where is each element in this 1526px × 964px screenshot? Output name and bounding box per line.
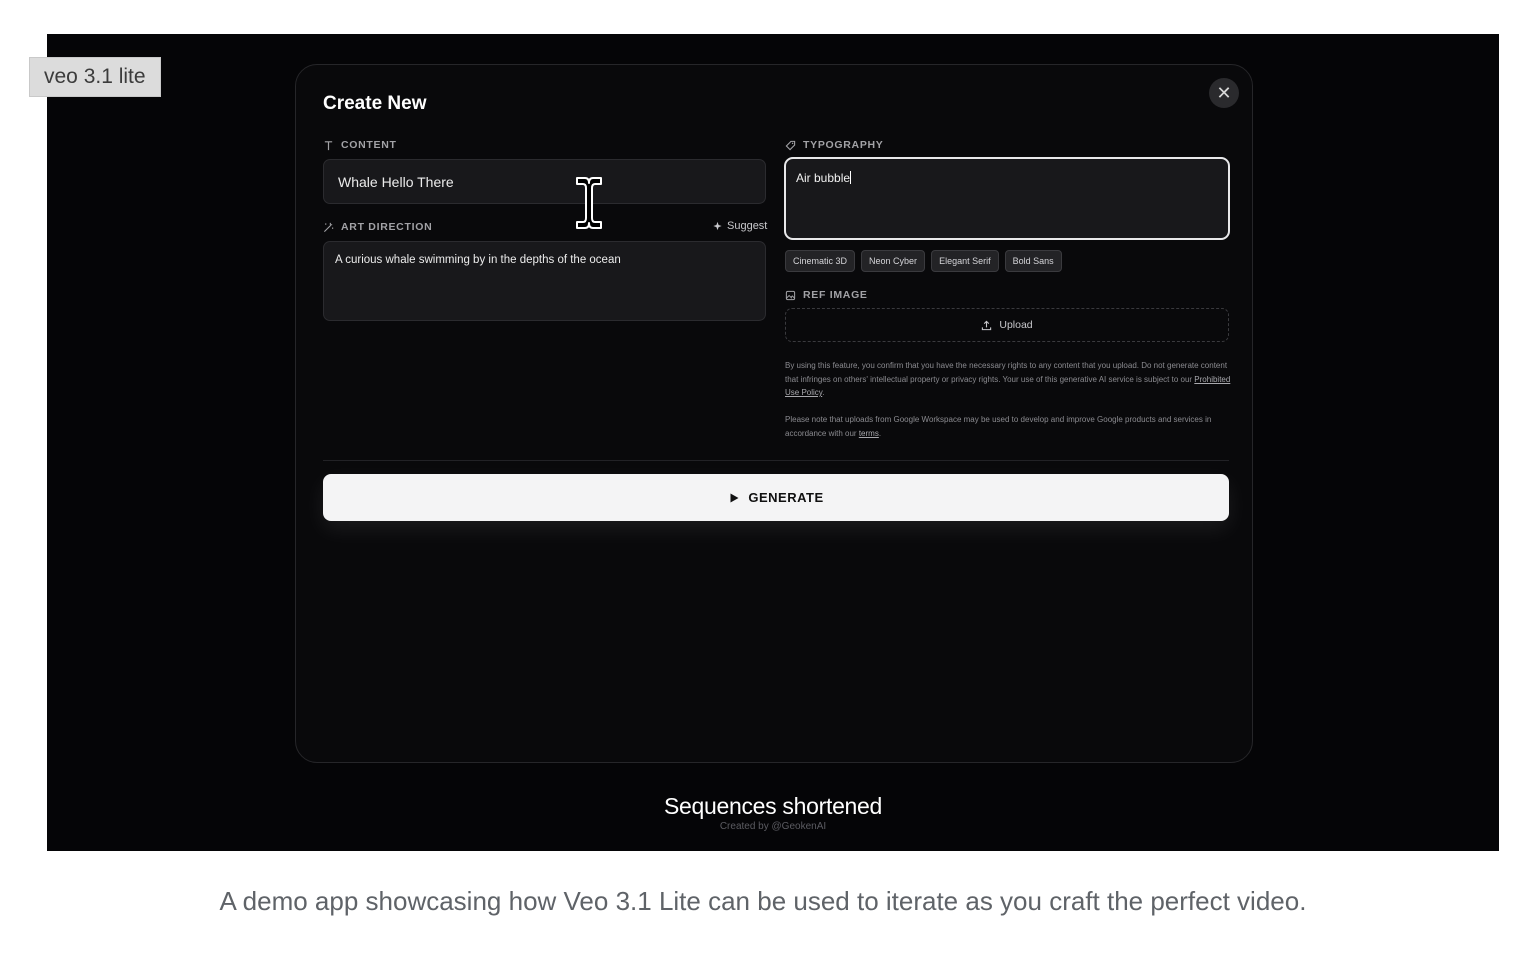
- text-caret: [850, 171, 852, 184]
- rights-notice-end: .: [822, 388, 825, 397]
- magic-wand-icon: [323, 222, 334, 232]
- workspace-notice-text: Please note that uploads from Google Wor…: [785, 415, 1212, 438]
- model-tag: veo 3.1 lite: [29, 57, 161, 97]
- art-direction-textarea[interactable]: A curious whale swimming by in the depth…: [323, 241, 766, 321]
- content-input[interactable]: Whale Hello There: [323, 159, 766, 204]
- footer-credit: Created by @GeokenAI: [719, 821, 827, 832]
- suggest-label: Suggest: [727, 220, 768, 232]
- preset-chip-bold-sans[interactable]: Bold Sans: [1004, 250, 1062, 272]
- rights-notice-text: By using this feature, you confirm that …: [785, 361, 1228, 384]
- rights-notice: By using this feature, you confirm that …: [785, 359, 1231, 400]
- upload-label: Upload: [999, 319, 1033, 331]
- typography-value: Air bubble: [796, 171, 851, 185]
- text-icon: [324, 140, 333, 150]
- image-icon: [785, 290, 796, 300]
- content-input-value: Whale Hello There: [338, 173, 454, 190]
- art-direction-label-text: ART DIRECTION: [341, 221, 433, 233]
- art-direction-label: ART DIRECTION: [323, 221, 432, 233]
- generate-button[interactable]: GENERATE: [323, 474, 1229, 521]
- terms-link[interactable]: terms: [859, 429, 879, 438]
- play-icon: [730, 493, 739, 502]
- suggest-button[interactable]: Suggest: [712, 220, 767, 232]
- page-caption: A demo app showcasing how Veo 3.1 Lite c…: [219, 886, 1307, 916]
- typography-label-text: TYPOGRAPHY: [803, 139, 884, 151]
- preset-chip-cinematic-3d[interactable]: Cinematic 3D: [785, 250, 856, 272]
- upload-icon: [982, 320, 992, 330]
- create-new-dialog: ✕ Create New CONTENT Whale Hello There A…: [295, 64, 1253, 763]
- content-label: CONTENT: [323, 139, 397, 151]
- content-label-text: CONTENT: [341, 139, 397, 151]
- preset-chip-neon-cyber[interactable]: Neon Cyber: [861, 250, 926, 272]
- tag-icon: [785, 140, 796, 150]
- close-button[interactable]: ✕: [1209, 78, 1239, 108]
- preset-chip-elegant-serif[interactable]: Elegant Serif: [931, 250, 999, 272]
- upload-button[interactable]: Upload: [785, 308, 1229, 342]
- workspace-notice: Please note that uploads from Google Wor…: [785, 413, 1231, 440]
- art-direction-value: A curious whale swimming by in the depth…: [335, 254, 621, 266]
- text-cursor-icon: [576, 177, 602, 229]
- generate-label: GENERATE: [748, 490, 824, 505]
- close-icon: ✕: [1216, 83, 1232, 103]
- sparkles-icon: [713, 221, 722, 230]
- ref-image-label: REF IMAGE: [785, 289, 868, 301]
- ref-image-label-text: REF IMAGE: [803, 289, 868, 301]
- app-stage: ✕ Create New CONTENT Whale Hello There A…: [47, 34, 1499, 851]
- dialog-title: Create New: [323, 93, 427, 114]
- workspace-notice-end: .: [878, 428, 882, 438]
- typography-label: TYPOGRAPHY: [785, 139, 884, 151]
- divider: [323, 460, 1229, 461]
- typography-textarea[interactable]: Air bubble: [784, 157, 1230, 240]
- style-presets: Cinematic 3D Neon Cyber Elegant Serif Bo…: [785, 250, 1062, 272]
- footer-title: Sequences shortened: [663, 793, 883, 819]
